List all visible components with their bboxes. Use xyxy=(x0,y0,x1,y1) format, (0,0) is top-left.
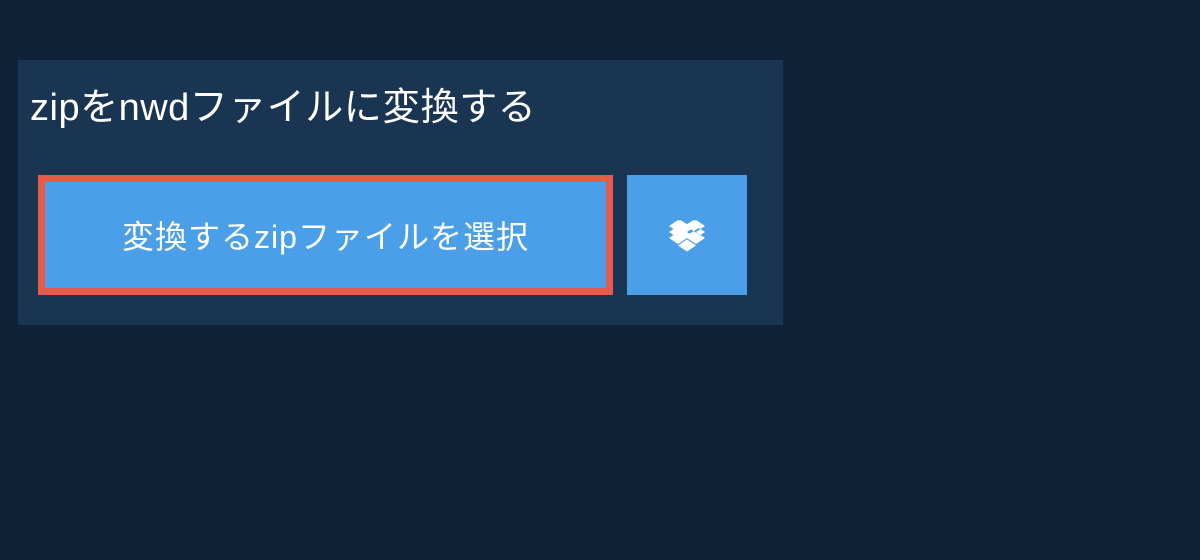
dropbox-icon xyxy=(669,217,705,253)
heading-container: zipをnwdファイルに変換する xyxy=(18,60,783,155)
button-row: 変換するzipファイルを選択 xyxy=(18,155,783,325)
select-file-label: 変換するzipファイルを選択 xyxy=(122,212,529,258)
page-title: zipをnwdファイルに変換する xyxy=(30,76,771,131)
select-file-button[interactable]: 変換するzipファイルを選択 xyxy=(38,175,613,295)
dropbox-button[interactable] xyxy=(627,175,747,295)
converter-panel: zipをnwdファイルに変換する 変換するzipファイルを選択 xyxy=(18,60,783,325)
